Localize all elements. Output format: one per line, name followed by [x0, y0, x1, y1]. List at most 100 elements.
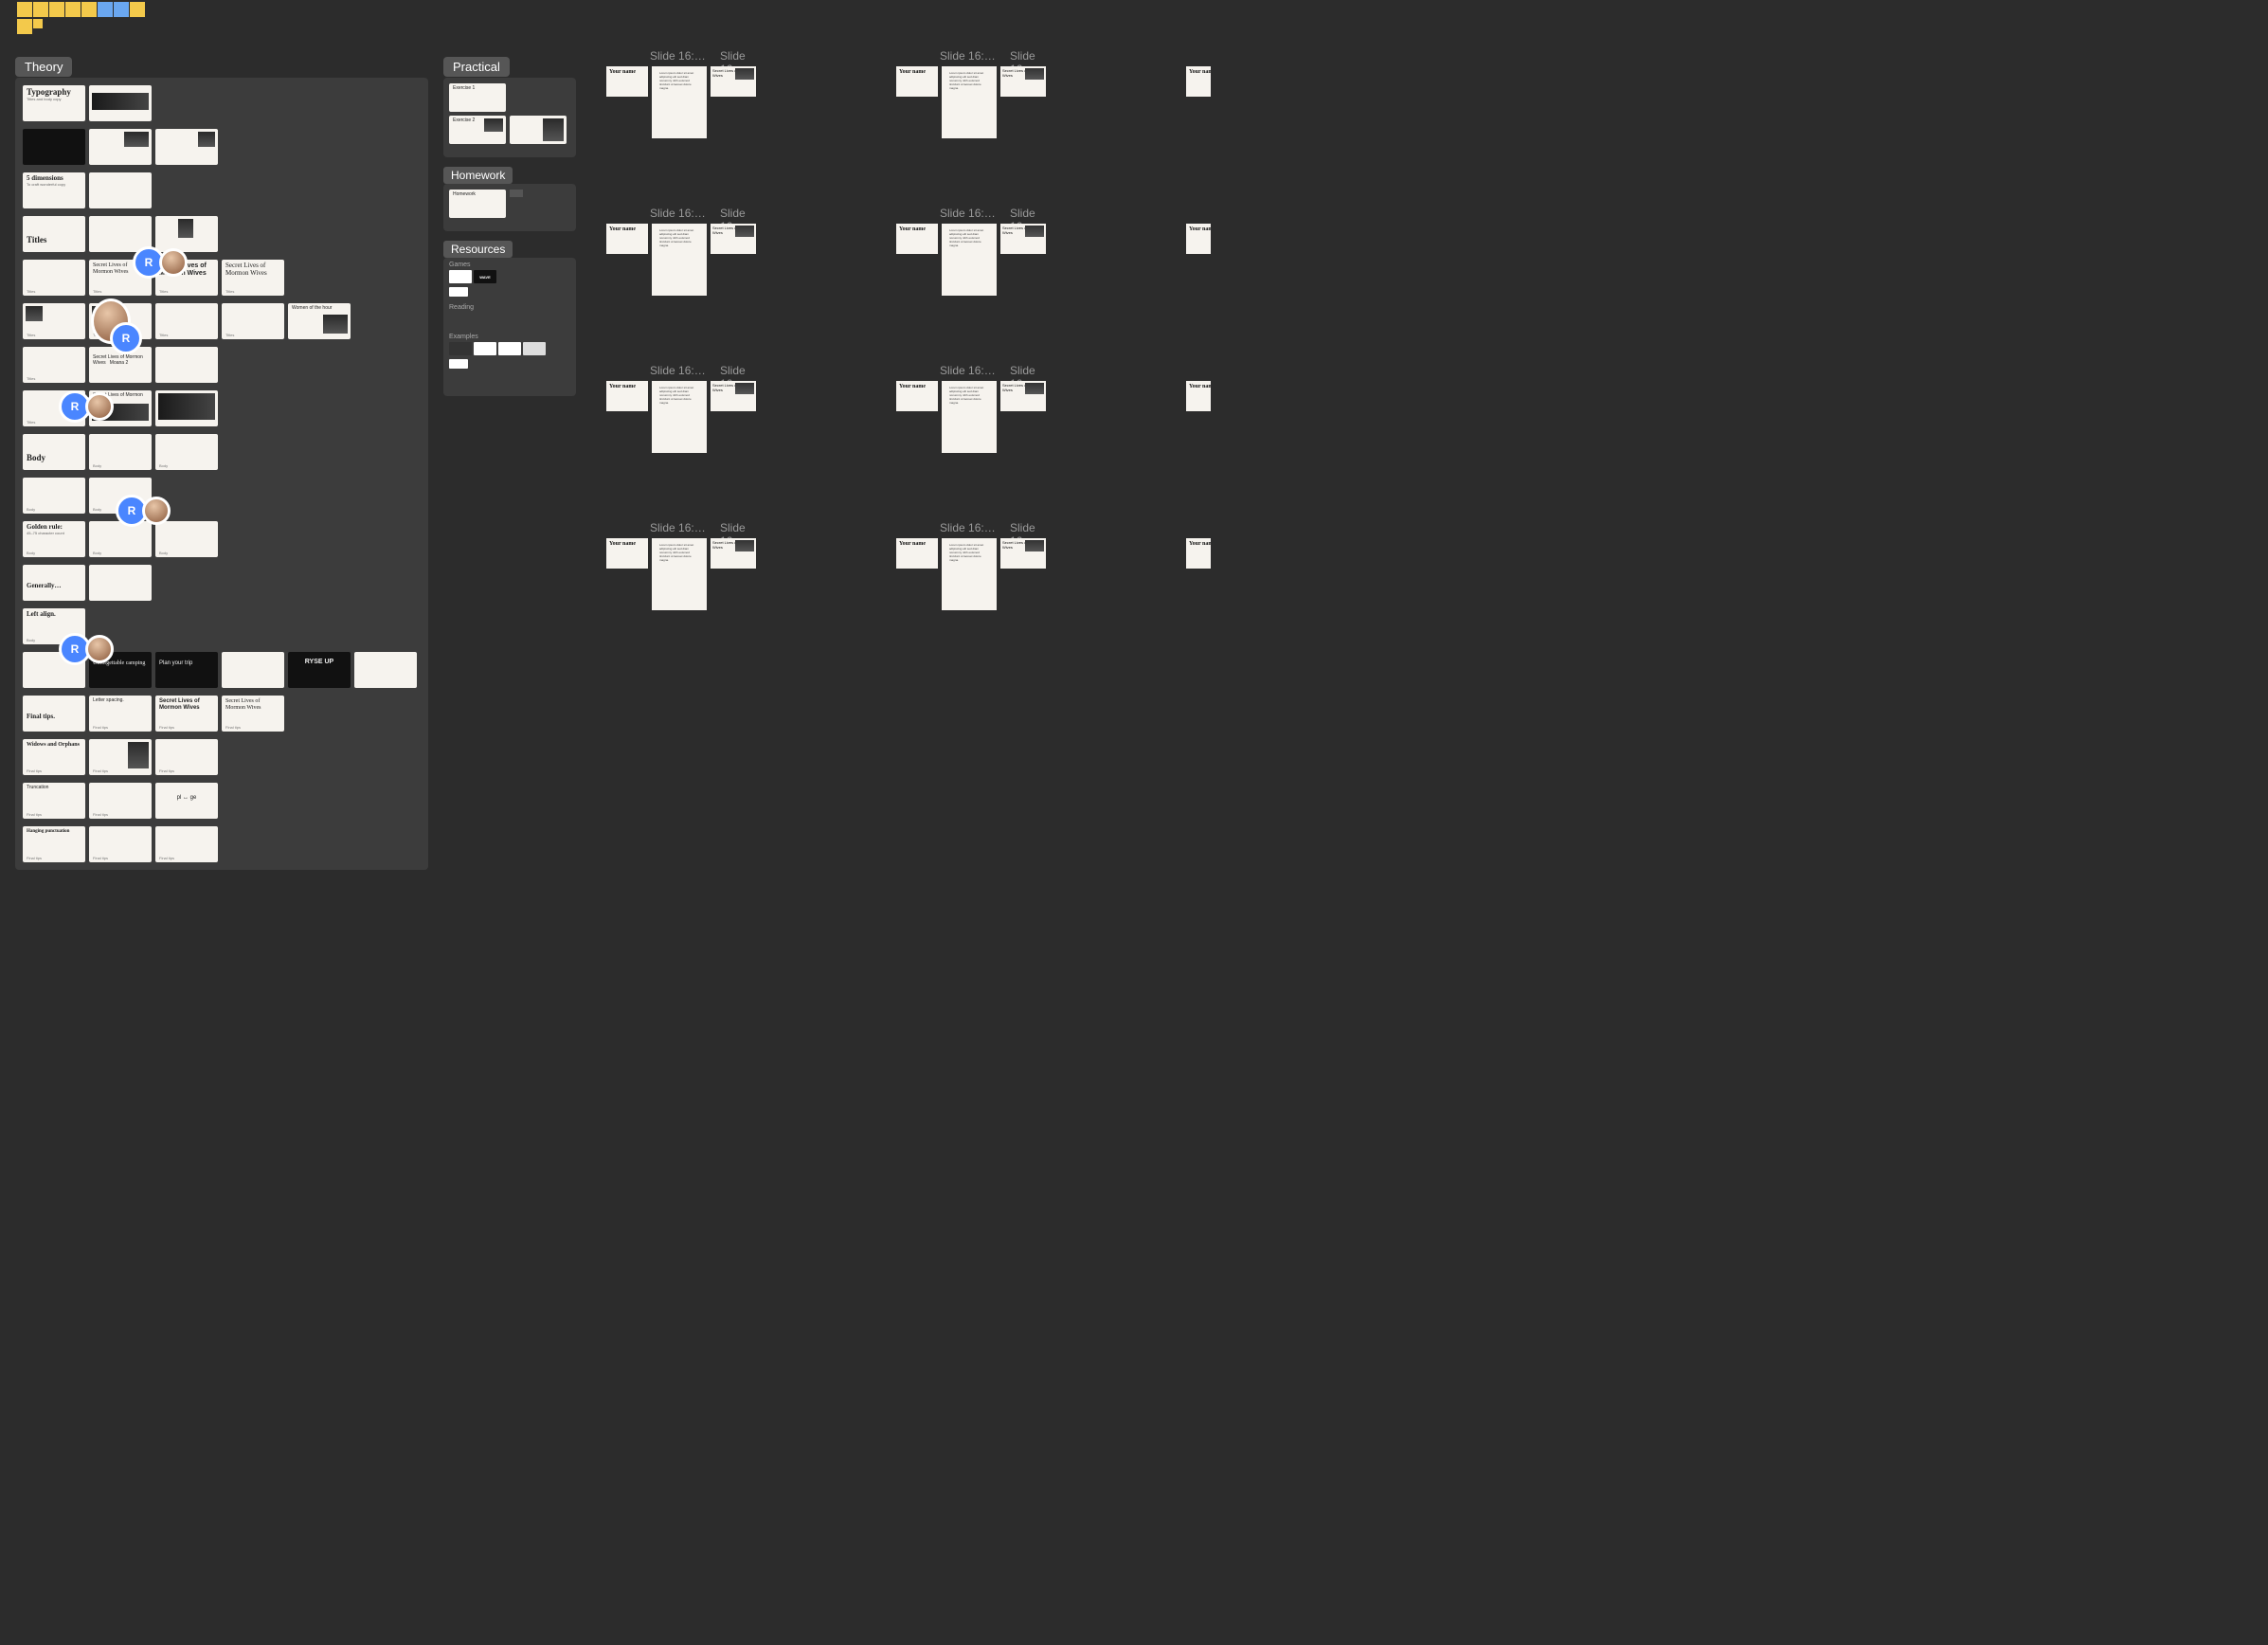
frame-group[interactable]: Slide 16:… Slide 16:… Your name Lorem ip… [896, 538, 1046, 610]
frame-your-name[interactable]: Your name [606, 66, 648, 97]
slide-generally[interactable]: Generally… [23, 565, 85, 601]
slide[interactable] [354, 652, 417, 688]
resource-item[interactable] [449, 342, 472, 355]
slide-moana[interactable]: Secret Lives of Mormon Wives Moana 2 [89, 347, 152, 383]
slide[interactable]: Final tips [89, 783, 152, 819]
slide-plan-trip[interactable]: Plan your trip [155, 652, 218, 688]
frame-body[interactable]: Lorem ipsum dolor sit amet adipiscing el… [942, 381, 997, 453]
slide[interactable] [23, 129, 85, 165]
slide[interactable]: Body [89, 521, 152, 557]
frame-body[interactable]: Lorem ipsum dolor sit amet adipiscing el… [652, 224, 707, 296]
section-resources[interactable]: Resources Games WAVE Reading Examples [443, 258, 576, 396]
slide[interactable]: Body [89, 478, 152, 514]
sticky-note[interactable] [33, 19, 43, 28]
slide-left-align[interactable]: Left align.Body [23, 608, 85, 644]
slide[interactable] [23, 652, 85, 688]
frame-group[interactable]: Slide 16:… Slide 16:… Your name Lorem ip… [1186, 538, 1211, 610]
frame-body[interactable]: Lorem ipsum dolor sit amet adipiscing el… [942, 66, 997, 138]
slide[interactable]: Titles [23, 303, 85, 339]
sticky-note[interactable] [130, 2, 145, 17]
slide-titles[interactable]: Titles [23, 216, 85, 252]
slide[interactable] [155, 390, 218, 426]
frame-your-name[interactable]: Your name [606, 381, 648, 411]
slide[interactable] [89, 565, 152, 601]
slide-camping[interactable]: Unforgettable camping [89, 652, 152, 688]
slide[interactable]: Final tips [155, 739, 218, 775]
slide-exercise-2[interactable]: Exercise 2 [449, 116, 506, 144]
slide-sl-3[interactable]: Secret Lives of Mormon Wives Titles [222, 260, 284, 296]
slide-truncation[interactable]: TruncationFinal tips [23, 783, 85, 819]
frame-your-name[interactable]: Your name [896, 224, 938, 254]
slide-plge[interactable]: pl ↔ ge [155, 783, 218, 819]
frame-group[interactable]: Slide 16:… Slide 16:… Your name Lorem ip… [896, 66, 1046, 138]
slide-ryse[interactable]: RYSE UP [288, 652, 351, 688]
frame-group[interactable]: Slide 16:… Slide 16:… Your name Lorem ip… [606, 538, 756, 610]
slide-letter-spacing[interactable]: Letter spacing.Final tips [89, 696, 152, 732]
frame-title-card[interactable]: Secret Lives of Mormon Wives [711, 66, 756, 97]
section-theory[interactable]: Theory Typography Titles and body copy 5… [15, 78, 428, 870]
frame-group[interactable]: Slide 16:… Slide 16:… Your name Lorem ip… [606, 66, 756, 138]
slide[interactable] [89, 216, 152, 252]
slide[interactable] [155, 347, 218, 383]
slide[interactable]: Secret Lives of Mormon WivesFinal tips [222, 696, 284, 732]
frame-title-card[interactable]: Secret Lives of Mormon Wives [711, 381, 756, 411]
slide[interactable]: Titles [89, 303, 152, 339]
frame-body[interactable]: Lorem ipsum dolor sit amet adipiscing el… [942, 538, 997, 610]
resource-item[interactable] [523, 342, 546, 355]
frame-your-name[interactable]: Your name [606, 224, 648, 254]
slide[interactable] [510, 116, 567, 144]
sticky-note[interactable] [114, 2, 129, 17]
frame-your-name[interactable]: Your name [1186, 224, 1211, 254]
sticky-note[interactable] [49, 2, 64, 17]
frame-your-name[interactable]: Your name [896, 66, 938, 97]
slide[interactable]: Titles [155, 303, 218, 339]
section-label-homework[interactable]: Homework [443, 167, 513, 184]
slide[interactable] [89, 129, 152, 165]
slide-typography[interactable]: Typography Titles and body copy [23, 85, 85, 121]
slide-final-tips[interactable]: Final tips. [23, 696, 85, 732]
resource-item[interactable] [449, 359, 468, 369]
slide[interactable]: Body [89, 434, 152, 470]
slide[interactable] [155, 216, 218, 252]
slide[interactable] [222, 652, 284, 688]
figma-canvas[interactable]: Theory Typography Titles and body copy 5… [0, 0, 1211, 885]
slide-5-dimensions[interactable]: 5 dimensions To craft wonderful copy [23, 172, 85, 208]
frame-body[interactable]: Lorem ipsum dolor sit amet adipiscing el… [652, 538, 707, 610]
sticky-note[interactable] [17, 19, 32, 34]
frame-your-name[interactable]: Your name [1186, 66, 1211, 97]
slide-sl-1[interactable]: Secret Lives of Mormon Wives Titles [89, 260, 152, 296]
frame-body[interactable]: Lorem ipsum dolor sit amet adipiscing el… [652, 381, 707, 453]
slide-hanging[interactable]: Hanging punctuationFinal tips [23, 826, 85, 862]
slide[interactable]: Titles [222, 303, 284, 339]
slide-golden[interactable]: Golden rule: 45–75 character count Body [23, 521, 85, 557]
slide-sl-2[interactable]: Secret Lives of Mormon Wives Titles [155, 260, 218, 296]
slide[interactable]: Secret Lives of Mormon Wives [89, 390, 152, 426]
section-practical[interactable]: Practical Exercise 1 Exercise 2 [443, 78, 576, 157]
section-homework[interactable]: Homework Homework [443, 184, 576, 231]
slide[interactable] [89, 85, 152, 121]
slide[interactable] [89, 172, 152, 208]
frame-group[interactable]: Slide 16:… Slide 16:… Your name Lorem ip… [1186, 66, 1211, 138]
frame-title-card[interactable]: Secret Lives of Mormon Wives [1000, 66, 1046, 97]
chip[interactable] [510, 190, 523, 197]
frame-group[interactable]: Slide 16:… Slide 16:… Your name Lorem ip… [1186, 224, 1211, 296]
frame-your-name[interactable]: Your name [606, 538, 648, 569]
frame-your-name[interactable]: Your name [1186, 538, 1211, 569]
slide[interactable]: Titles [23, 390, 85, 426]
sticky-note[interactable] [81, 2, 97, 17]
frame-body[interactable]: Lorem ipsum dolor sit amet adipiscing el… [942, 224, 997, 296]
frame-your-name[interactable]: Your name [896, 381, 938, 411]
resource-item[interactable] [498, 342, 521, 355]
slide[interactable]: Body [155, 434, 218, 470]
resource-item[interactable] [449, 270, 472, 283]
slide-exercise-1[interactable]: Exercise 1 [449, 83, 506, 112]
frame-title-card[interactable]: Secret Lives of Mormon Wives [711, 224, 756, 254]
sticky-note[interactable] [98, 2, 113, 17]
slide[interactable]: Body [155, 521, 218, 557]
slide[interactable] [155, 129, 218, 165]
sticky-note[interactable] [33, 2, 48, 17]
section-label-practical[interactable]: Practical [443, 57, 510, 77]
section-label-resources[interactable]: Resources [443, 241, 513, 258]
sticky-note[interactable] [65, 2, 81, 17]
resource-item[interactable] [474, 342, 496, 355]
